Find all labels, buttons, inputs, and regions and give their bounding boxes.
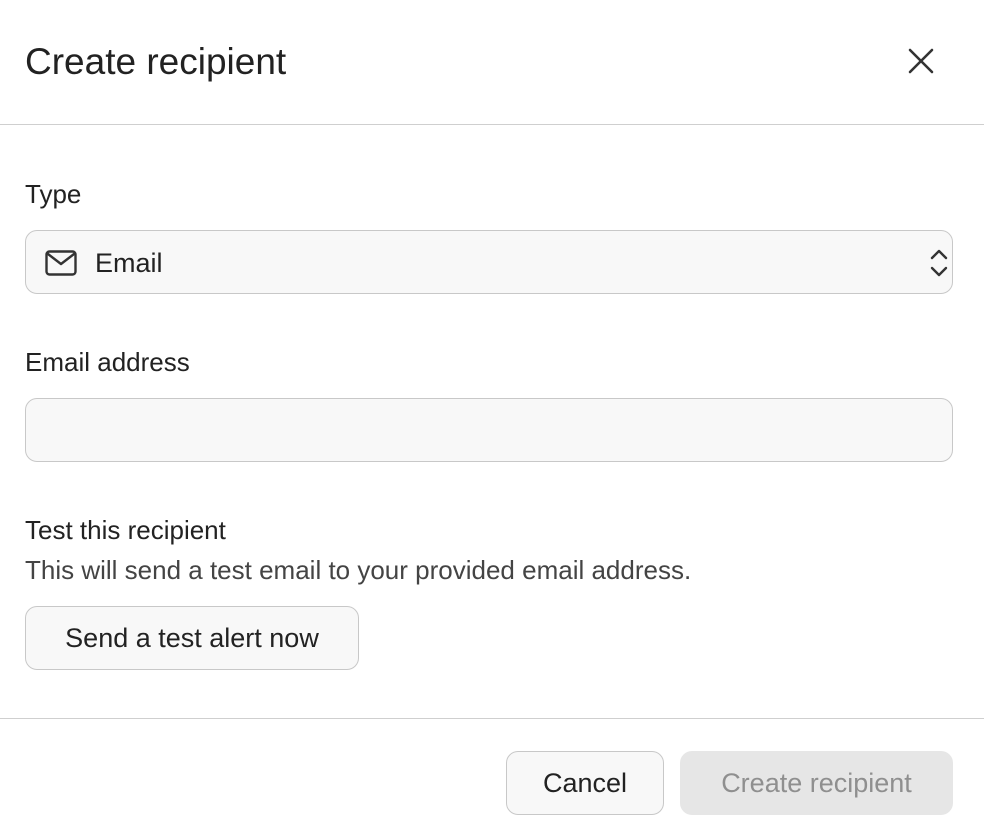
close-button[interactable] [898,38,944,84]
dialog-header: Create recipient [0,0,984,125]
test-recipient-description: This will send a test email to your prov… [25,555,692,585]
chevron-up-down-icon [930,249,948,277]
cancel-button[interactable]: Cancel [506,751,664,815]
type-label: Type [25,179,82,209]
create-recipient-button[interactable]: Create recipient [680,751,953,815]
send-test-alert-button[interactable]: Send a test alert now [25,606,359,670]
email-address-input[interactable] [25,398,953,462]
close-icon [908,48,934,74]
email-address-label: Email address [25,347,190,377]
type-select[interactable]: Email [25,230,953,294]
type-select-value: Email [95,248,163,278]
create-recipient-dialog: Create recipient Type Email Email addres… [0,0,984,832]
dialog-title: Create recipient [25,41,287,82]
mail-icon [45,250,77,276]
test-recipient-heading: Test this recipient [25,515,226,545]
